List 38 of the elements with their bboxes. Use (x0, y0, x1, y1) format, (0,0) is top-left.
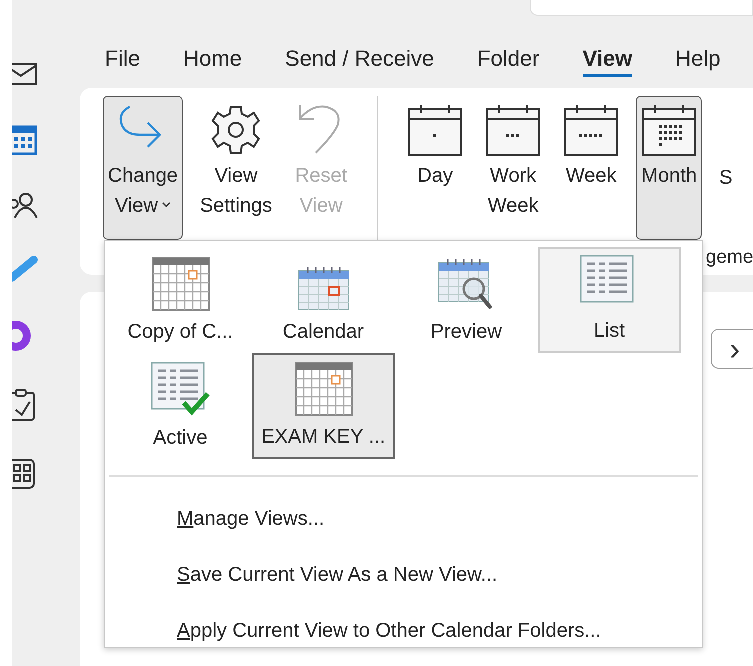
menu-tab[interactable]: File (105, 46, 140, 77)
ribbon-button[interactable]: Day (402, 96, 468, 240)
ribbon-button[interactable]: Change View (103, 96, 184, 240)
menu-item[interactable]: Manage Views... (109, 491, 698, 547)
ribbon-button[interactable]: Week (558, 96, 624, 240)
menu-item[interactable]: Save Current View As a New View... (109, 547, 698, 603)
menu-tab[interactable]: Send / Receive (285, 46, 434, 77)
calendar-icon (298, 265, 350, 311)
calendar-icon (407, 103, 464, 157)
menu-tab[interactable]: Home (183, 46, 242, 77)
apps-icon[interactable] (12, 458, 38, 490)
menu-tab[interactable]: Folder (477, 46, 540, 77)
next-button[interactable]: › (711, 329, 753, 369)
ribbon-button[interactable]: Month (636, 96, 702, 240)
view-option[interactable]: Preview (395, 247, 538, 353)
group-label: geme (706, 247, 753, 269)
view-option[interactable]: EXAM KEY ... (252, 353, 395, 459)
grid-calendar-icon (294, 362, 352, 416)
checkmark-icon[interactable] (12, 256, 38, 284)
clipboard-check-icon[interactable] (12, 388, 38, 422)
view-option[interactable]: Calendar (252, 247, 395, 353)
calendar-icon (641, 103, 698, 157)
grid-calendar-icon (152, 257, 210, 311)
ribbon-button[interactable]: S (714, 96, 738, 240)
view-option[interactable]: Active (109, 353, 252, 459)
ribbon-button[interactable]: View Settings (195, 96, 278, 240)
view-option[interactable]: List (538, 247, 681, 353)
search-field[interactable] (530, 0, 753, 16)
people-icon[interactable] (12, 192, 38, 220)
list-checkmark-icon (150, 361, 212, 417)
menu-tab[interactable]: View (582, 46, 632, 77)
calendar-icon (563, 103, 620, 157)
view-option[interactable]: Copy of C... (109, 247, 252, 353)
menu-item[interactable]: Apply Current View to Other Calendar Folders... (109, 603, 698, 659)
mail-icon[interactable] (12, 62, 38, 86)
calendar-icon (485, 103, 542, 157)
ribbon-button[interactable]: Work Week (480, 96, 546, 240)
menu-tab[interactable]: Help (675, 46, 721, 77)
